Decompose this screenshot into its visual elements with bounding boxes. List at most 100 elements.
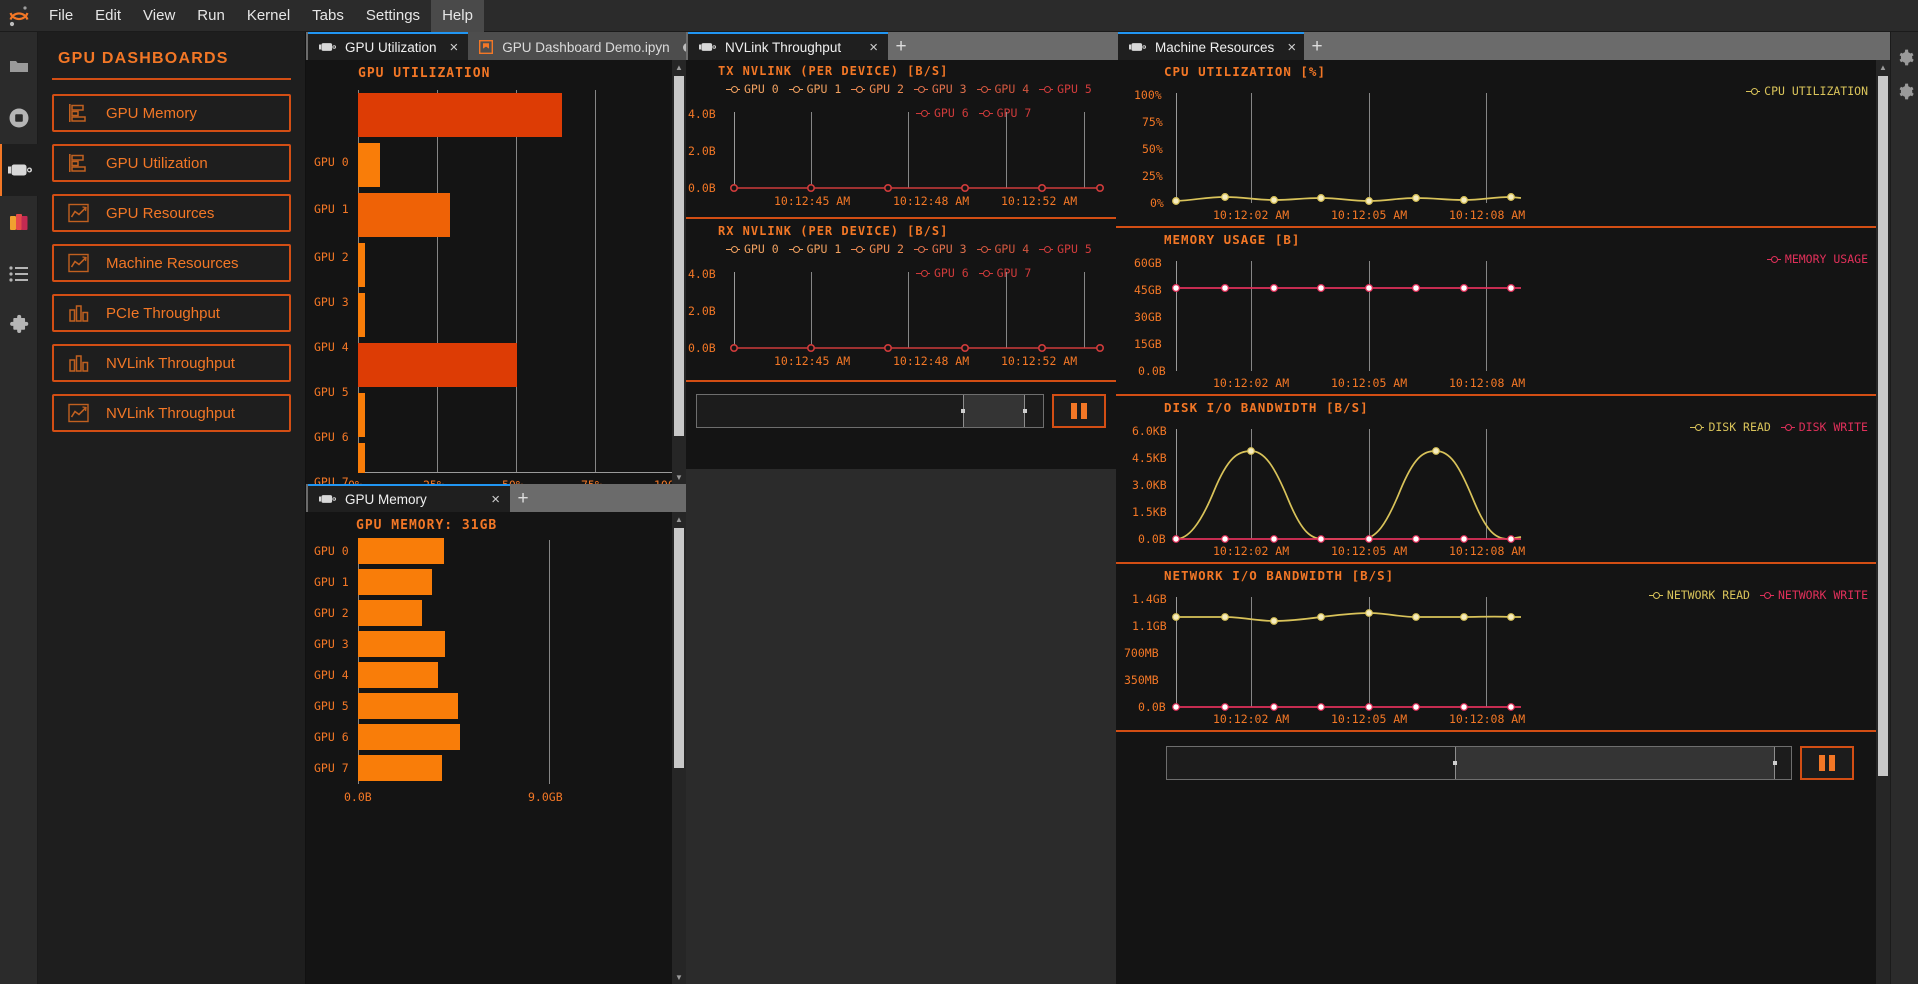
x-tick: 10:12:05 AM [1331, 376, 1407, 390]
x-axis [358, 472, 674, 473]
scrollbar-thumb[interactable] [1878, 76, 1888, 776]
menu-kernel[interactable]: Kernel [236, 0, 301, 32]
legend-item[interactable]: NETWORK READ [1649, 588, 1750, 602]
legend-marker-icon [726, 245, 740, 254]
close-icon[interactable]: × [450, 40, 459, 55]
close-icon[interactable]: × [869, 40, 878, 55]
sidebar-item-extensions[interactable] [0, 300, 38, 352]
property-inspector-button[interactable] [1891, 40, 1918, 74]
menu-help[interactable]: Help [431, 0, 484, 32]
dashboard-label: Machine Resources [106, 255, 239, 272]
tab-gpu-memory[interactable]: GPU Memory × [308, 484, 510, 512]
slider-handle[interactable] [1455, 747, 1775, 779]
dashboard-button-machine-resources[interactable]: Machine Resources [52, 244, 291, 282]
x-tick: 10:12:02 AM [1213, 208, 1289, 222]
sidebar-item-file-browser[interactable] [0, 40, 38, 92]
legend-item[interactable]: GPU 2 [851, 242, 904, 256]
divider [1116, 730, 1890, 732]
menu-edit[interactable]: Edit [84, 0, 132, 32]
bar-chart-vertical-icon [68, 353, 94, 373]
scrollbar-thumb[interactable] [674, 76, 684, 436]
pause-button[interactable] [1052, 394, 1106, 428]
vertical-scrollbar[interactable]: ▲ ▼ [672, 512, 686, 984]
add-tab-button[interactable]: + [1304, 34, 1330, 60]
dashboard-button-nvlink-throughput[interactable]: NVLink Throughput [52, 344, 291, 382]
menu-run[interactable]: Run [186, 0, 236, 32]
chart-title: NETWORK I/O BANDWIDTH [B/S] [1164, 568, 1394, 583]
sidebar-item-toc[interactable] [0, 248, 38, 300]
line-chart-icon [68, 203, 94, 223]
time-range-slider[interactable] [696, 394, 1044, 428]
vertical-scrollbar[interactable]: ▲ [1876, 60, 1890, 984]
scroll-up-arrow[interactable]: ▲ [672, 60, 686, 74]
dashboard-button-gpu-resources[interactable]: GPU Resources [52, 194, 291, 232]
menu-settings[interactable]: Settings [355, 0, 431, 32]
gpu-card-icon [319, 42, 336, 52]
x-tick: 10:12:45 AM [774, 194, 850, 208]
legend-item[interactable]: GPU 5 [1039, 82, 1092, 96]
tab-nvlink-throughput[interactable]: NVLink Throughput × [688, 32, 888, 60]
tab-machine-resources[interactable]: Machine Resources × [1118, 32, 1304, 60]
add-tab-button[interactable]: + [510, 486, 536, 512]
vertical-scrollbar[interactable]: ▲ ▼ [672, 60, 686, 484]
slider-grip[interactable] [1023, 409, 1027, 413]
legend-item[interactable]: GPU 5 [1039, 242, 1092, 256]
bar-gpu-3 [358, 243, 365, 287]
y-tick: GPU 0 [314, 544, 349, 558]
x-tick: 10:12:52 AM [1001, 194, 1077, 208]
legend-item[interactable]: MEMORY USAGE [1767, 252, 1868, 266]
add-tab-button[interactable]: + [888, 34, 914, 60]
scroll-up-arrow[interactable]: ▲ [1876, 60, 1890, 74]
scroll-up-arrow[interactable]: ▲ [672, 512, 686, 526]
legend-item[interactable]: GPU 3 [914, 242, 967, 256]
sidebar-item-running[interactable] [0, 92, 38, 144]
legend-item[interactable]: GPU 0 [726, 242, 779, 256]
y-tick: 4.5KB [1132, 451, 1167, 465]
close-icon[interactable]: × [491, 492, 500, 507]
slider-grip[interactable] [961, 409, 965, 413]
scrollbar-thumb[interactable] [674, 528, 684, 768]
dashboard-label: NVLink Throughput [106, 405, 235, 422]
slider-grip[interactable] [1453, 761, 1457, 765]
legend-item[interactable]: DISK READ [1690, 420, 1770, 434]
slider-handle[interactable] [963, 395, 1025, 427]
legend-item[interactable]: GPU 4 [977, 242, 1030, 256]
dashboard-button-pcie-throughput[interactable]: PCIe Throughput [52, 294, 291, 332]
y-tick: 0.0B [1138, 364, 1166, 378]
dashboard-button-gpu-memory[interactable]: GPU Memory [52, 94, 291, 132]
sidebar-item-git[interactable] [0, 196, 38, 248]
tab-gpu-dashboard-demo[interactable]: GPU Dashboard Demo.ipyn [468, 32, 701, 60]
panel-machine-resources: Machine Resources × + CPU UTILIZATION [%… [1116, 32, 1890, 984]
legend-item[interactable]: GPU 1 [789, 242, 842, 256]
legend-item[interactable]: CPU UTILIZATION [1746, 84, 1868, 98]
legend-item[interactable]: GPU 2 [851, 82, 904, 96]
dock-column-right: Machine Resources × + CPU UTILIZATION [%… [1116, 32, 1890, 984]
dashboard-label: GPU Memory [106, 105, 197, 122]
menu-file[interactable]: File [38, 0, 84, 32]
legend-item[interactable]: GPU 1 [789, 82, 842, 96]
slider-grip[interactable] [1773, 761, 1777, 765]
sidebar-item-gpu-dashboards[interactable] [0, 144, 38, 196]
x-tick: 10:12:08 AM [1449, 712, 1525, 726]
chart-title: GPU MEMORY: 31GB [356, 518, 497, 533]
close-icon[interactable]: × [1287, 40, 1296, 55]
legend-item[interactable]: NETWORK WRITE [1760, 588, 1868, 602]
menu-tabs[interactable]: Tabs [301, 0, 355, 32]
legend-item[interactable]: DISK WRITE [1781, 420, 1868, 434]
tab-gpu-utilization[interactable]: GPU Utilization × [308, 32, 468, 60]
settings-panel-button[interactable] [1891, 74, 1918, 108]
divider [52, 78, 291, 80]
bar-gpu-7 [358, 443, 365, 473]
time-range-slider[interactable] [1166, 746, 1792, 780]
dashboard-button-nvlink-timeseries[interactable]: NVLink Throughput [52, 394, 291, 432]
legend-marker-icon [914, 245, 928, 254]
dashboard-button-gpu-utilization[interactable]: GPU Utilization [52, 144, 291, 182]
dashboard-label: GPU Utilization [106, 155, 208, 172]
scroll-down-arrow[interactable]: ▼ [672, 470, 686, 484]
legend-item[interactable]: GPU 3 [914, 82, 967, 96]
menu-view[interactable]: View [132, 0, 186, 32]
scroll-down-arrow[interactable]: ▼ [672, 970, 686, 984]
legend-item[interactable]: GPU 4 [977, 82, 1030, 96]
legend-item[interactable]: GPU 0 [726, 82, 779, 96]
pause-button[interactable] [1800, 746, 1854, 780]
